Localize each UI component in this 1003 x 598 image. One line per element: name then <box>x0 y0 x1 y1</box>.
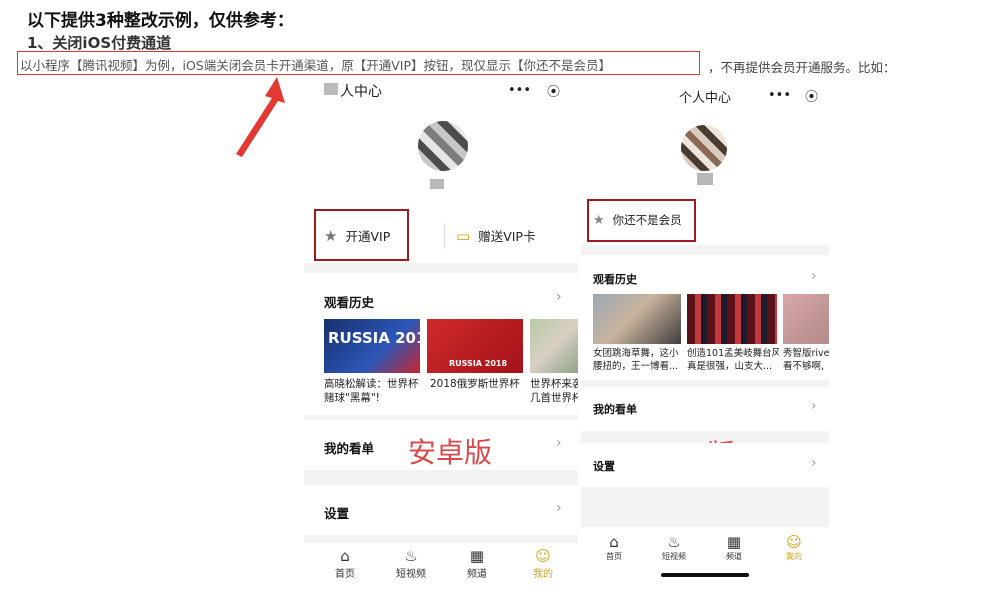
video-caption: 创造101孟美岐舞台风 真是很强，山支大... <box>687 348 779 372</box>
more-icon[interactable]: ••• <box>768 88 791 103</box>
divider <box>444 223 445 249</box>
red-highlight-box <box>587 199 696 242</box>
flame-icon: ♨ <box>404 547 418 565</box>
settings-title: 设置 <box>593 460 615 473</box>
tab-home[interactable]: ⌂ 首页 <box>589 533 639 562</box>
annotation-arrow-icon <box>236 77 285 157</box>
watchlist-title: 我的看单 <box>324 441 375 456</box>
grid-icon: ▦ <box>469 547 485 565</box>
gift-card-icon: ▭ <box>456 226 471 245</box>
nav-title: 人中心 <box>340 84 382 100</box>
settings-title: 设置 <box>324 506 350 521</box>
gift-vip-label: 赠送VIP卡 <box>478 229 536 244</box>
mini-program-capsule[interactable]: ••• ⦿ <box>500 78 568 102</box>
chevron-right-icon[interactable]: › <box>811 455 817 471</box>
more-icon[interactable]: ••• <box>508 83 531 98</box>
tab-channels[interactable]: ▦ 频道 <box>452 547 502 580</box>
red-highlight-box <box>314 209 409 261</box>
username-pixelated <box>430 179 444 189</box>
video-thumbnail[interactable] <box>687 294 777 344</box>
chevron-right-icon[interactable]: › <box>811 398 817 414</box>
video-caption: 2018俄罗斯世界杯 <box>430 378 520 390</box>
pixelated-title-icon <box>324 83 338 95</box>
video-thumbnail[interactable] <box>783 294 829 344</box>
page-title: 以下提供3种整改示例，仅供参考： <box>27 11 294 31</box>
home-indicator <box>661 573 749 577</box>
gift-vip-button[interactable]: ▭ 赠送VIP卡 <box>456 226 535 245</box>
video-caption: 高晓松解读：世界杯 赌球"黑幕"! <box>324 378 419 404</box>
home-icon: ⌂ <box>340 547 350 565</box>
close-target-icon[interactable]: ⦿ <box>547 81 560 100</box>
tab-home[interactable]: ⌂ 首页 <box>320 547 370 580</box>
video-thumbnail[interactable] <box>530 319 578 373</box>
avatar[interactable] <box>681 125 727 171</box>
chevron-right-icon[interactable]: › <box>556 500 562 516</box>
tab-short-video[interactable]: ♨ 短视频 <box>386 547 436 580</box>
section-subtitle: 1、关闭iOS付费通道 <box>27 34 172 52</box>
tab-channels[interactable]: ▦ 频道 <box>709 533 759 562</box>
close-target-icon[interactable]: ⦿ <box>805 86 818 105</box>
history-title: 观看历史 <box>593 273 637 286</box>
ios-phone-screenshot: 个人中心 ••• ⦿ ★ 你还不是会员 观看历史 › 女团跳海草舞，这小 腰扭的，… <box>581 75 829 583</box>
tab-mine[interactable]: ☺ 我的 <box>769 533 819 562</box>
chevron-right-icon[interactable]: › <box>556 289 562 305</box>
tab-mine[interactable]: ☺ 我的 <box>518 547 568 580</box>
video-thumbnail[interactable]: RUSSIA 2018 <box>324 319 420 373</box>
tab-short-video[interactable]: ♨ 短视频 <box>649 533 699 562</box>
grid-icon: ▦ <box>726 533 742 551</box>
avatar[interactable] <box>418 121 468 171</box>
video-caption: 秀智版river 看不够啊, <box>783 348 829 372</box>
video-thumbnail[interactable]: RUSSIA 2018 <box>427 319 523 373</box>
history-title: 观看历史 <box>324 295 375 310</box>
mini-program-capsule[interactable]: ••• ⦿ <box>761 83 825 107</box>
description-rest: ，不再提供会员开通服务。比如： <box>708 60 896 75</box>
username-pixelated <box>697 173 713 185</box>
home-icon: ⌂ <box>609 533 619 551</box>
user-icon: ☺ <box>535 547 551 565</box>
flame-icon: ♨ <box>667 533 681 551</box>
chevron-right-icon[interactable]: › <box>556 435 562 451</box>
chevron-right-icon[interactable]: › <box>811 268 817 284</box>
user-icon: ☺ <box>786 533 802 551</box>
video-caption: 世界杯来袭 几首世界杯 <box>530 378 578 404</box>
video-caption: 女团跳海草舞，这小 腰扭的，王一博看... <box>593 348 679 372</box>
android-phone-screenshot: 人中心 ••• ⦿ ★ 开通VIP ▭ 赠送VIP卡 观看历史 › RUSSIA… <box>304 75 578 583</box>
nav-title: 个人中心 <box>679 91 732 106</box>
video-thumbnail[interactable] <box>593 294 681 344</box>
description-highlighted: 以小程序【腾讯视频】为例，iOS端关闭会员卡开通渠道，原【开通VIP】按钮，现仅… <box>20 58 612 73</box>
platform-label: 安卓版 <box>408 436 493 469</box>
watchlist-title: 我的看单 <box>593 403 637 416</box>
